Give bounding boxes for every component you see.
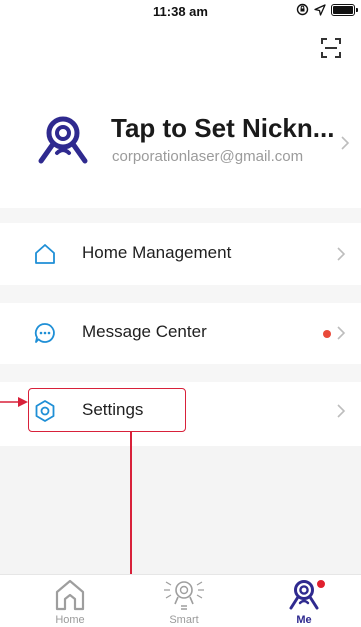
home-icon	[35, 244, 55, 264]
scan-icon[interactable]	[319, 36, 343, 60]
unread-dot	[323, 330, 331, 338]
section-divider	[0, 285, 361, 303]
status-icons	[296, 3, 358, 16]
profile-header[interactable]: Tap to Set Nickn... corporationlaser@gma…	[0, 105, 361, 175]
chevron-right-icon	[337, 404, 346, 418]
notification-badge	[316, 579, 326, 589]
empty-area	[0, 446, 361, 574]
screen-lock-icon	[296, 3, 309, 16]
message-icon	[34, 323, 55, 343]
home-management-row[interactable]: Home Management	[0, 225, 361, 283]
tab-home-label: Home	[55, 614, 85, 626]
tab-smart[interactable]: Smart	[144, 575, 224, 627]
chevron-right-icon	[341, 136, 350, 150]
section-divider	[0, 208, 361, 223]
home-tab-icon	[55, 579, 85, 611]
chevron-right-icon	[337, 326, 346, 340]
tab-smart-label: Smart	[169, 614, 199, 626]
status-bar: 11:38 am	[0, 0, 361, 22]
smart-tab-icon	[164, 581, 204, 610]
annotation-highlight-box	[28, 388, 186, 432]
home-management-label: Home Management	[82, 243, 232, 262]
message-center-row[interactable]: Message Center	[0, 304, 361, 362]
location-icon	[314, 3, 326, 16]
tab-me[interactable]: Me	[264, 575, 344, 627]
nickname-label: Tap to Set Nickn...	[111, 113, 335, 143]
message-center-label: Message Center	[82, 322, 207, 341]
battery-icon	[331, 3, 358, 16]
email-label: corporationlaser@gmail.com	[112, 148, 304, 165]
tab-bar: Home Smart Me	[0, 574, 361, 627]
tab-me-label: Me	[296, 614, 312, 626]
tab-home[interactable]: Home	[30, 575, 110, 627]
annotation-arrow-icon	[0, 397, 28, 407]
avatar-icon	[38, 116, 88, 164]
section-divider	[0, 364, 361, 382]
chevron-right-icon	[337, 247, 346, 261]
